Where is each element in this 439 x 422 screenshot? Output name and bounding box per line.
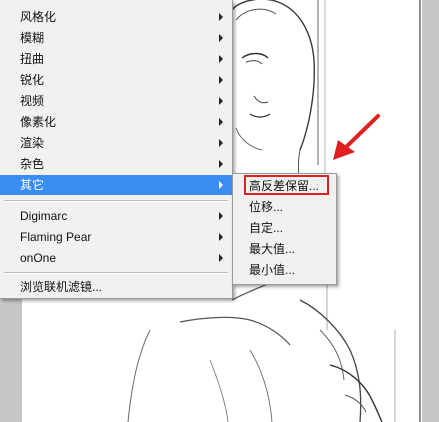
submenu-arrow-icon xyxy=(219,139,223,147)
submenu-arrow-icon xyxy=(219,212,223,220)
submenu-arrow-icon xyxy=(219,97,223,105)
submenu-item-offset[interactable]: 位移... xyxy=(233,197,336,217)
submenu-item-label: 最大值... xyxy=(249,242,296,256)
menu-item-label: 浏览联机滤镜... xyxy=(20,280,103,294)
filter-menu: 风格化 模糊 扭曲 锐化 视频 像素化 渲染 杂色 其它 Digimarc Fl… xyxy=(0,0,233,299)
menu-item-label: 模糊 xyxy=(20,31,45,45)
submenu-arrow-icon xyxy=(219,13,223,21)
menu-item-noise[interactable]: 杂色 xyxy=(0,154,232,174)
submenu-arrow-icon xyxy=(219,34,223,42)
submenu-arrow-icon xyxy=(219,233,223,241)
menu-item-label: Flaming Pear xyxy=(20,230,92,244)
submenu-arrow-icon xyxy=(219,254,223,262)
other-submenu: 高反差保留... 位移... 自定... 最大值... 最小值... xyxy=(232,173,337,285)
menu-item-stylize[interactable]: 风格化 xyxy=(0,7,232,27)
menu-item-browse-online-filters[interactable]: 浏览联机滤镜... xyxy=(0,277,232,297)
submenu-item-label: 最小值... xyxy=(249,263,296,277)
submenu-item-high-pass[interactable]: 高反差保留... xyxy=(233,176,336,196)
menu-item-pixelate[interactable]: 像素化 xyxy=(0,112,232,132)
menu-item-distort[interactable]: 扭曲 xyxy=(0,49,232,69)
submenu-item-maximum[interactable]: 最大值... xyxy=(233,239,336,259)
submenu-item-label: 高反差保留... xyxy=(249,179,320,193)
submenu-arrow-icon xyxy=(219,76,223,84)
submenu-arrow-icon xyxy=(219,160,223,168)
submenu-item-minimum[interactable]: 最小值... xyxy=(233,260,336,280)
menu-item-label: onOne xyxy=(20,251,57,265)
menu-item-label: 锐化 xyxy=(20,73,45,87)
menu-item-label: Digimarc xyxy=(20,209,68,223)
menu-item-label: 像素化 xyxy=(20,115,57,129)
menu-separator xyxy=(4,272,228,274)
menu-item-onone[interactable]: onOne xyxy=(0,248,232,268)
menu-item-label: 其它 xyxy=(20,178,45,192)
menu-item-label: 杂色 xyxy=(20,157,45,171)
menu-item-label: 渲染 xyxy=(20,136,45,150)
menu-item-label: 视频 xyxy=(20,94,45,108)
menu-separator xyxy=(4,200,228,202)
menu-item-digimarc[interactable]: Digimarc xyxy=(0,206,232,226)
menu-item-flaming-pear[interactable]: Flaming Pear xyxy=(0,227,232,247)
submenu-item-custom[interactable]: 自定... xyxy=(233,218,336,238)
submenu-arrow-icon xyxy=(219,181,223,189)
submenu-item-label: 位移... xyxy=(249,200,284,214)
menu-item-sharpen[interactable]: 锐化 xyxy=(0,70,232,90)
submenu-arrow-icon xyxy=(219,55,223,63)
submenu-item-label: 自定... xyxy=(249,221,284,235)
menu-item-render[interactable]: 渲染 xyxy=(0,133,232,153)
submenu-arrow-icon xyxy=(219,118,223,126)
menu-item-label: 扭曲 xyxy=(20,52,45,66)
menu-item-video[interactable]: 视频 xyxy=(0,91,232,111)
menu-item-blur[interactable]: 模糊 xyxy=(0,28,232,48)
menu-item-other[interactable]: 其它 xyxy=(0,175,232,195)
menu-item-label: 风格化 xyxy=(20,10,57,24)
